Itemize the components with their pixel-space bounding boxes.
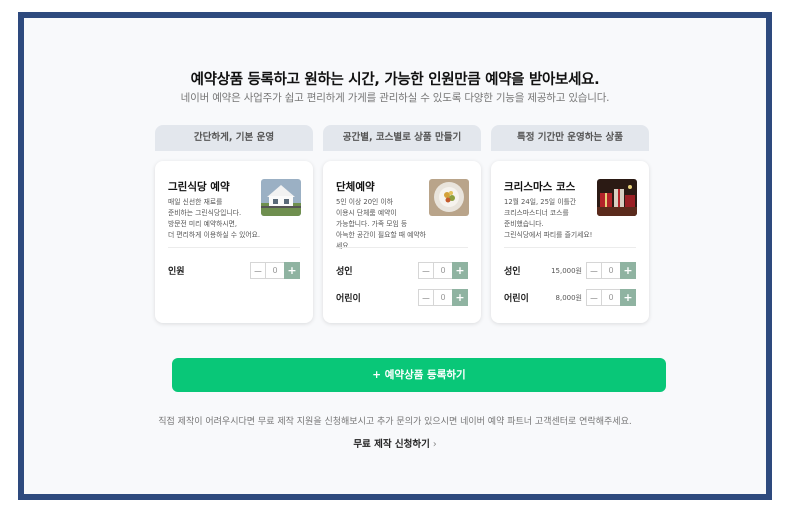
quantity-value: 0 bbox=[266, 262, 284, 279]
increment-button[interactable]: + bbox=[452, 289, 468, 306]
card-divider bbox=[504, 247, 636, 248]
page-frame: 예약상품 등록하고 원하는 시간, 가능한 인원만큼 예약을 받아보세요. 네이… bbox=[18, 12, 772, 500]
quantity-value: 0 bbox=[434, 262, 452, 279]
decrement-button[interactable]: − bbox=[586, 289, 602, 306]
quantity-value: 0 bbox=[434, 289, 452, 306]
option-row: 어린이 8,000원 − 0 + bbox=[504, 289, 636, 307]
increment-button[interactable]: + bbox=[452, 262, 468, 279]
quantity-stepper: − 0 + bbox=[250, 262, 300, 279]
card-description: 12월 24일, 25일 이틀간 크리스마스디너 코스를 준비했습니다. 그린식… bbox=[504, 198, 593, 239]
card-title: 크리스마스 코스 bbox=[504, 181, 576, 193]
quantity-value: 0 bbox=[602, 262, 620, 279]
tab-period[interactable]: 특정 기간만 운영하는 상품 bbox=[491, 125, 649, 151]
decrement-button[interactable]: − bbox=[418, 262, 434, 279]
option-row: 인원 − 0 + bbox=[168, 262, 300, 280]
card-divider bbox=[336, 247, 468, 248]
option-row: 성인 − 0 + bbox=[336, 262, 468, 280]
decrement-button[interactable]: − bbox=[250, 262, 266, 279]
increment-button[interactable]: + bbox=[620, 289, 636, 306]
increment-button[interactable]: + bbox=[284, 262, 300, 279]
quantity-stepper: − 0 + bbox=[418, 262, 468, 279]
card-divider bbox=[168, 247, 300, 248]
food-plate-photo-icon bbox=[429, 179, 469, 216]
register-product-button[interactable]: + 예약상품 등록하기 bbox=[172, 358, 666, 392]
quantity-value: 0 bbox=[602, 289, 620, 306]
free-production-link-label: 무료 제작 신청하기 bbox=[353, 439, 430, 450]
decrement-button[interactable]: − bbox=[418, 289, 434, 306]
support-notice: 직접 제작이 어려우시다면 무료 제작 지원을 신청해보시고 추가 문의가 있으… bbox=[158, 417, 632, 427]
card-description: 매일 신선한 재료를 준비하는 그린식당입니다. 방문전 미리 예약하시면, 더… bbox=[168, 198, 261, 239]
quantity-stepper: − 0 + bbox=[418, 289, 468, 306]
option-label: 성인 bbox=[336, 267, 353, 277]
page-title: 예약상품 등록하고 원하는 시간, 가능한 인원만큼 예약을 받아보세요. bbox=[190, 72, 600, 88]
tab-basic[interactable]: 간단하게, 기본 운영 bbox=[155, 125, 313, 151]
content-area: 예약상품 등록하고 원하는 시간, 가능한 인원만큼 예약을 받아보세요. 네이… bbox=[24, 18, 766, 494]
option-label: 인원 bbox=[168, 267, 185, 277]
option-label: 어린이 bbox=[336, 294, 361, 304]
house-photo-icon bbox=[261, 179, 301, 216]
option-price: 8,000원 bbox=[555, 294, 582, 302]
quantity-stepper: − 0 + bbox=[586, 289, 636, 306]
product-card-green-restaurant: 그린식당 예약 매일 신선한 재료를 준비하는 그린식당입니다. 방문전 미리 … bbox=[155, 161, 313, 323]
christmas-gifts-photo-icon bbox=[597, 179, 637, 216]
increment-button[interactable]: + bbox=[620, 262, 636, 279]
card-description: 5인 이상 20인 이하 이용시 단체룸 예약이 가능합니다. 가족 모임 등 … bbox=[336, 198, 426, 250]
free-production-link[interactable]: 무료 제작 신청하기 › bbox=[24, 436, 766, 450]
card-title: 단체예약 bbox=[336, 181, 375, 193]
option-label: 어린이 bbox=[504, 294, 529, 304]
option-label: 성인 bbox=[504, 267, 521, 277]
chevron-right-icon: › bbox=[432, 439, 437, 450]
option-price: 15,000원 bbox=[551, 267, 582, 275]
product-card-christmas-course: 크리스마스 코스 12월 24일, 25일 이틀간 크리스마스디너 코스를 준비… bbox=[491, 161, 649, 323]
quantity-stepper: − 0 + bbox=[586, 262, 636, 279]
page-subtitle: 네이버 예약은 사업주가 쉽고 편리하게 가게를 관리하실 수 있도록 다양한 … bbox=[180, 92, 610, 104]
option-row: 어린이 − 0 + bbox=[336, 289, 468, 307]
tab-space-course[interactable]: 공간별, 코스별로 상품 만들기 bbox=[323, 125, 481, 151]
decrement-button[interactable]: − bbox=[586, 262, 602, 279]
option-row: 성인 15,000원 − 0 + bbox=[504, 262, 636, 280]
product-card-group-reservation: 단체예약 5인 이상 20인 이하 이용시 단체룸 예약이 가능합니다. 가족 … bbox=[323, 161, 481, 323]
card-title: 그린식당 예약 bbox=[168, 181, 230, 193]
